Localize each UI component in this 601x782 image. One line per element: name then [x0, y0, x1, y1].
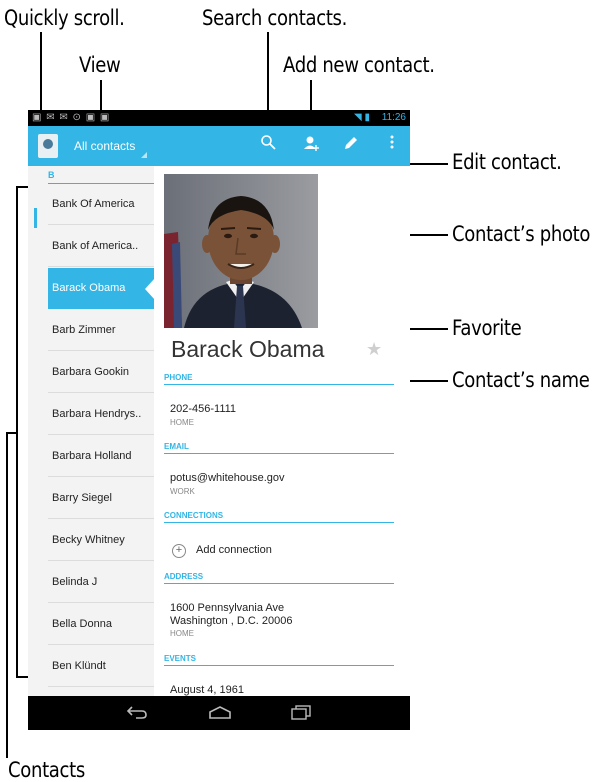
list-item[interactable]: Bank of America.. — [48, 226, 154, 267]
events-header: EVENTS — [164, 654, 197, 663]
callout-quickly-scroll: Quickly scroll. — [4, 6, 125, 30]
section-divider — [164, 583, 394, 584]
list-item[interactable]: Bella Donna — [48, 604, 154, 645]
list-item[interactable]: Belinda J — [48, 562, 154, 603]
list-item[interactable]: Barry Siegel — [48, 478, 154, 519]
address-type: HOME — [170, 629, 194, 638]
callout-edit-contact: Edit contact. — [452, 150, 562, 174]
star-icon[interactable]: ★ — [366, 339, 382, 360]
status-time: 11:26 — [381, 112, 406, 123]
callout-view: View — [79, 53, 121, 77]
address-line-1[interactable]: 1600 Pennsylvania Ave — [170, 602, 284, 614]
section-divider — [164, 665, 394, 666]
view-spinner[interactable]: All contacts — [74, 134, 148, 158]
action-bar: All contacts — [28, 126, 410, 166]
contact-name: Barack Obama — [171, 336, 325, 362]
search-icon[interactable] — [256, 134, 280, 158]
leader-line — [6, 432, 8, 758]
email-header: EMAIL — [164, 442, 189, 451]
phone-number[interactable]: 202-456-1111 — [170, 403, 236, 415]
section-divider — [164, 522, 394, 523]
list-item[interactable]: Barbara Holland — [48, 436, 154, 477]
callout-add-new-contact: Add new contact. — [283, 53, 435, 77]
section-divider — [164, 453, 394, 454]
callout-contacts: Contacts — [8, 758, 85, 782]
list-section-header: B — [48, 170, 55, 180]
back-icon[interactable] — [126, 704, 148, 724]
list-item[interactable]: Bank Of America — [48, 184, 154, 225]
list-item[interactable]: Barb Zimmer — [48, 310, 154, 351]
phone-type: HOME — [170, 418, 194, 427]
callout-search-contacts: Search contacts. — [202, 6, 348, 30]
notification-icons: ▣ ✉ ✉ ⊙ ▣ ▣ — [32, 112, 111, 123]
callout-contacts-photo: Contact’s photo — [452, 222, 591, 246]
callout-favorite: Favorite — [452, 316, 522, 340]
contacts-list[interactable]: B Bank Of America Bank of America.. Bara… — [28, 166, 156, 696]
status-bar: ▣ ✉ ✉ ⊙ ▣ ▣ ◥ ▮ 11:26 — [28, 110, 410, 126]
wifi-battery-icons: ◥ ▮ — [354, 112, 370, 123]
address-line-2[interactable]: Washington , D.C. 20006 — [170, 615, 293, 627]
section-divider — [164, 384, 394, 385]
contacts-app-icon[interactable] — [38, 134, 58, 158]
event-date[interactable]: August 4, 1961 — [170, 684, 244, 696]
address-header: ADDRESS — [164, 572, 204, 581]
navigation-bar — [28, 696, 410, 730]
email-type: WORK — [170, 487, 195, 496]
add-contact-icon[interactable] — [299, 134, 323, 158]
tablet-screen: ▣ ✉ ✉ ⊙ ▣ ▣ ◥ ▮ 11:26 All contacts B Ban… — [28, 110, 410, 730]
list-item[interactable]: Becky Whitney — [48, 520, 154, 561]
email-address[interactable]: potus@whitehouse.gov — [170, 472, 285, 484]
callout-contacts-name: Contact’s name — [452, 368, 590, 392]
add-connection-label: Add connection — [196, 544, 272, 556]
pencil-icon[interactable] — [339, 134, 363, 158]
add-circle-icon: + — [172, 544, 186, 558]
connections-header: CONNECTIONS — [164, 511, 224, 520]
list-item[interactable]: Ben Klündt — [48, 646, 154, 687]
list-item-selected[interactable]: Barack Obama — [48, 268, 156, 309]
overflow-menu-icon[interactable] — [380, 134, 404, 158]
home-icon[interactable] — [208, 704, 232, 724]
list-item[interactable]: Barbara Hendrys.. — [48, 394, 154, 435]
list-item[interactable]: Barbara Gookin — [48, 352, 154, 393]
contact-photo[interactable] — [164, 174, 318, 328]
contact-detail-pane: Barack Obama ★ PHONE 202-456-1111 HOME E… — [154, 166, 410, 696]
recent-apps-icon[interactable] — [290, 704, 312, 724]
fast-scroll-thumb[interactable] — [34, 208, 37, 228]
phone-header: PHONE — [164, 373, 193, 382]
